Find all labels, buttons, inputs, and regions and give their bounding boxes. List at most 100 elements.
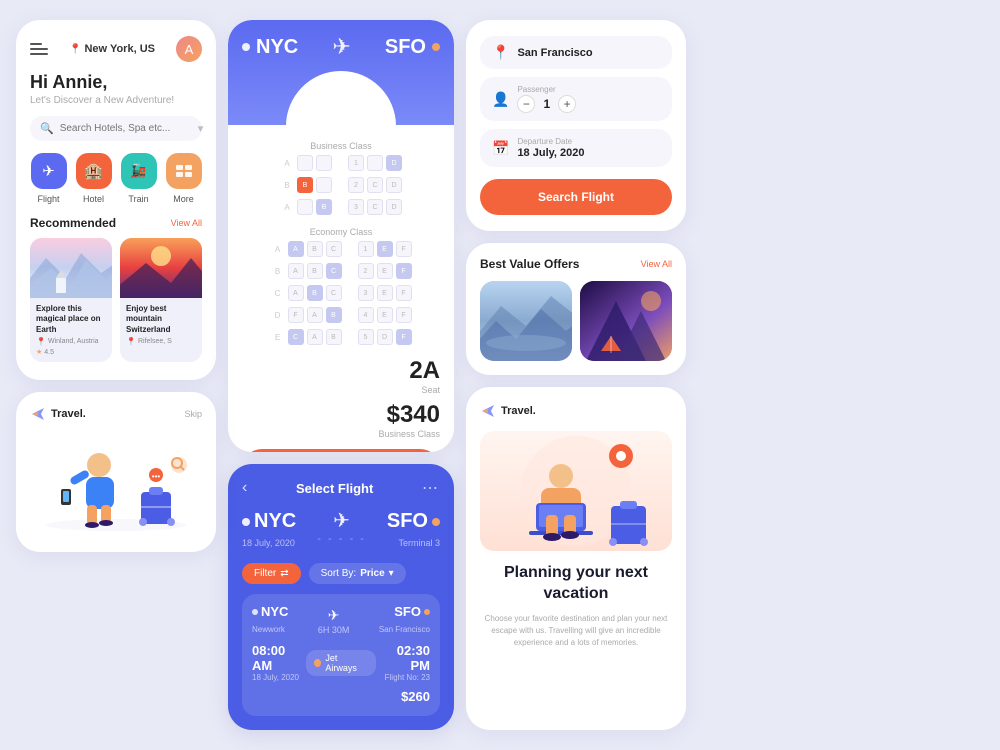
flight-icon-bg: ✈ [31, 153, 67, 189]
search-bar[interactable]: 🔍 ▾ [30, 116, 202, 141]
eco-D1[interactable]: F [288, 307, 304, 323]
eco-B4[interactable]: 2 [358, 263, 374, 279]
category-flight[interactable]: ✈ Flight [30, 153, 67, 204]
eco-D3[interactable]: B [326, 307, 342, 323]
category-hotel[interactable]: 🏨 Hotel [75, 153, 112, 204]
greeting-text: Hi Annie, [30, 72, 202, 93]
seat-C4[interactable]: C [367, 199, 383, 215]
mountain-illustration [580, 281, 672, 361]
eco-B3[interactable]: C [326, 263, 342, 279]
planning-brand-logo: Travel. [480, 403, 672, 419]
location-label: 📍 New York, US [69, 43, 155, 55]
rec-card-sunset[interactable]: Enjoy best mountain Switzerland 📍 Rifels… [120, 238, 202, 362]
hamburger-menu[interactable] [30, 43, 48, 55]
filter-button[interactable]: Filter ⇄ [242, 563, 301, 584]
eco-D4[interactable]: 4 [358, 307, 374, 323]
best-value-view-all[interactable]: View All [641, 259, 672, 269]
seat-A5[interactable]: D [386, 155, 402, 171]
filter-row: Filter ⇄ Sort By: Price ▾ [242, 563, 440, 584]
eco-E4[interactable]: 5 [358, 329, 374, 345]
search-input[interactable] [60, 123, 192, 134]
center-plane-icon: ✈ [332, 34, 350, 60]
eco-D6[interactable]: F [396, 307, 412, 323]
search-flight-button[interactable]: Search Flight [480, 179, 672, 215]
eco-A5[interactable]: E [377, 241, 393, 257]
depart-info: NYC 18 July, 2020 [242, 510, 296, 551]
planning-title: Planning your next vacation [480, 563, 672, 605]
seat-B1-sel[interactable]: B [297, 177, 313, 193]
avatar[interactable]: A [176, 36, 202, 62]
airline-badge: Jet Airways [306, 650, 377, 676]
eco-D2[interactable]: A [307, 307, 323, 323]
departure-field[interactable]: 📅 Departure Date 18 July, 2020 [480, 129, 672, 167]
passenger-field[interactable]: 👤 Passenger − 1 + [480, 77, 672, 121]
flight-price-row: $260 [252, 688, 430, 706]
depart-date-sub: 18 July, 2020 [252, 673, 306, 682]
rec-card-alps[interactable]: Explore this magical place on Earth 📍 Wi… [30, 238, 112, 362]
terminal-label: Terminal 3 [398, 538, 440, 548]
eco-D5[interactable]: E [377, 307, 393, 323]
eco-C3[interactable]: C [326, 285, 342, 301]
seat-sublabel: Seat [421, 385, 440, 395]
seat-C5[interactable]: D [386, 199, 402, 215]
category-more[interactable]: More [165, 153, 202, 204]
eco-C5[interactable]: E [377, 285, 393, 301]
eco-C4[interactable]: 3 [358, 285, 374, 301]
bv-card-mountain[interactable] [580, 281, 672, 361]
eco-A1[interactable]: A [288, 241, 304, 257]
to-dot [432, 43, 440, 51]
eco-row-3: C A B C 3 E F [242, 285, 440, 301]
seat-C2[interactable]: B [316, 199, 332, 215]
seat-B3[interactable]: 2 [348, 177, 364, 193]
eco-C2[interactable]: B [307, 285, 323, 301]
eco-E2[interactable]: A [307, 329, 323, 345]
seat-B5[interactable]: D [386, 177, 402, 193]
back-button[interactable]: ‹ [242, 479, 247, 497]
checkout-button[interactable]: Checkout [242, 449, 440, 452]
category-train[interactable]: 🚂 Train [120, 153, 157, 204]
seat-A3[interactable]: 1 [348, 155, 364, 171]
eco-A3[interactable]: C [326, 241, 342, 257]
eco-A2[interactable]: B [307, 241, 323, 257]
eco-E6[interactable]: F [396, 329, 412, 345]
seat-B4[interactable]: C [367, 177, 383, 193]
eco-E1[interactable]: C [288, 329, 304, 345]
more-options-icon[interactable]: ⋯ [422, 478, 440, 498]
from-field[interactable]: 📍 San Francisco [480, 36, 672, 69]
star-icon: ★ [36, 348, 42, 356]
flight-list-item[interactable]: NYC Newwork ✈ 6H 30M SFO San Francisco [242, 594, 440, 716]
more-label: More [173, 194, 194, 204]
seat-C1[interactable] [297, 199, 313, 215]
increase-passenger-button[interactable]: + [558, 95, 576, 113]
eco-E3[interactable]: B [326, 329, 342, 345]
seat-A1[interactable] [297, 155, 313, 171]
skip-button[interactable]: Skip [184, 409, 202, 419]
seat-A4[interactable] [367, 155, 383, 171]
seat-B2[interactable] [316, 177, 332, 193]
decrease-passenger-button[interactable]: − [517, 95, 535, 113]
flight-to: SFO San Francisco [379, 604, 430, 637]
passenger-count: 1 [543, 97, 550, 111]
flight-from: NYC Newwork [252, 604, 288, 637]
eco-C1[interactable]: A [288, 285, 304, 301]
eco-E5[interactable]: D [377, 329, 393, 345]
view-all-link[interactable]: View All [171, 218, 202, 228]
seat-C3[interactable]: 3 [348, 199, 364, 215]
eco-C6[interactable]: F [396, 285, 412, 301]
eco-row-5: E C A B 5 D F [242, 329, 440, 345]
seat-A2[interactable] [316, 155, 332, 171]
eco-B1[interactable]: A [288, 263, 304, 279]
eco-B6[interactable]: F [396, 263, 412, 279]
eco-B5[interactable]: E [377, 263, 393, 279]
arrive-time-value: 02:30 PM [376, 643, 430, 673]
eco-A6[interactable]: F [396, 241, 412, 257]
to-city-label: SFO [385, 36, 426, 59]
planning-card: Travel. [466, 387, 686, 730]
bv-card-lake[interactable] [480, 281, 572, 361]
eco-B2[interactable]: B [307, 263, 323, 279]
fi-to-full: San Francisco [379, 625, 430, 634]
sort-button[interactable]: Sort By: Price ▾ [309, 563, 406, 584]
row-label-C: A [280, 203, 294, 212]
eco-A4[interactable]: 1 [358, 241, 374, 257]
economy-seat-block: A A B C 1 E F B A B C [242, 241, 440, 349]
